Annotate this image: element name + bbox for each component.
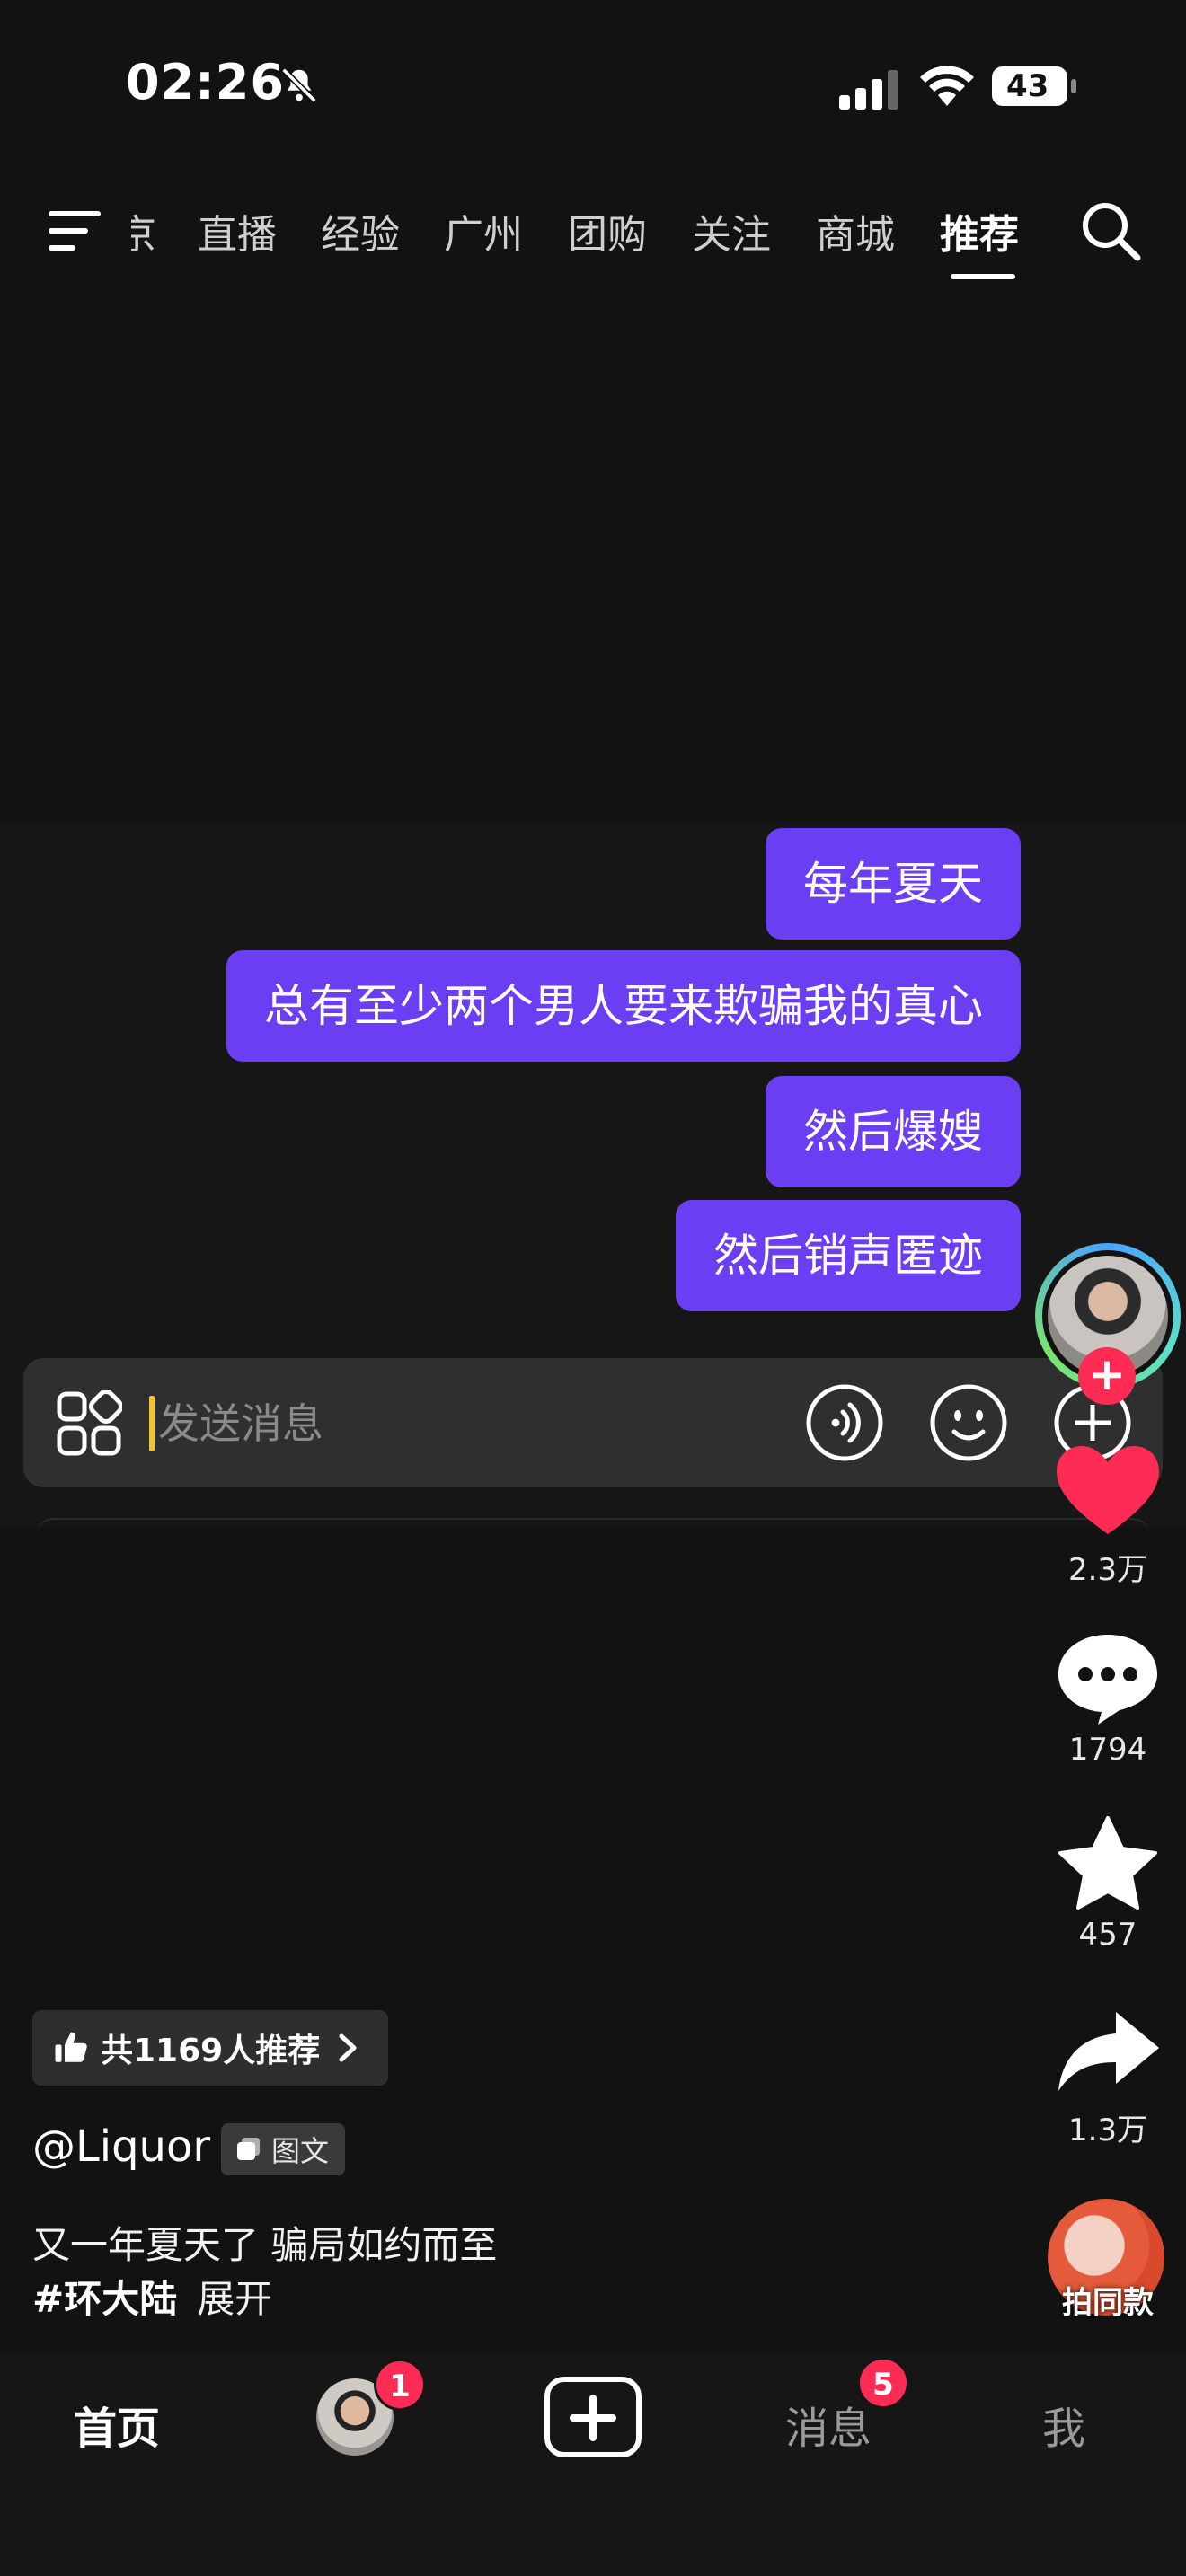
signal-icon bbox=[839, 70, 898, 110]
nav-home[interactable]: 首页 bbox=[74, 2393, 160, 2456]
recommend-pill[interactable]: 共1169人推荐 bbox=[32, 2010, 389, 2086]
plus-icon bbox=[570, 2395, 616, 2441]
star-icon[interactable] bbox=[1051, 1814, 1164, 1913]
hashtag-line: #环大陆 展开 bbox=[32, 2269, 272, 2324]
sheet-edge bbox=[36, 1518, 1150, 1536]
recommend-text: 共1169人推荐 bbox=[101, 2033, 321, 2069]
tab-mall[interactable]: 商城 bbox=[816, 202, 895, 260]
tab-partial[interactable]: 京 bbox=[131, 202, 156, 260]
status-bar: 02:26 43 bbox=[0, 0, 1186, 171]
share-count: 1.3万 bbox=[1067, 2113, 1148, 2148]
like-count: 2.3万 bbox=[1067, 1552, 1148, 1588]
chevron-right-icon bbox=[339, 2033, 357, 2062]
message-bar bbox=[23, 1358, 1163, 1487]
image-text-icon bbox=[237, 2138, 260, 2160]
expand-link[interactable]: 展开 bbox=[197, 2277, 272, 2321]
tab-live[interactable]: 直播 bbox=[198, 202, 277, 260]
voice-icon[interactable] bbox=[805, 1383, 884, 1462]
top-tab-bar: 京 直播 经验 广州 团购 关注 商城 推荐 bbox=[0, 184, 1186, 283]
chat-bubble: 然后销声匿迹 bbox=[676, 1200, 1021, 1311]
post-caption: 又一年夏天了 骗局如约而至 bbox=[32, 2223, 498, 2267]
tab-group-buy[interactable]: 团购 bbox=[568, 202, 647, 260]
friends-badge: 1 bbox=[374, 2359, 426, 2411]
tab-experience[interactable]: 经验 bbox=[321, 202, 400, 260]
battery-indicator: 43 bbox=[990, 65, 1080, 108]
chat-bubble: 每年夏天 bbox=[766, 828, 1021, 940]
chat-bubble: 总有至少两个男人要来欺骗我的真心 bbox=[226, 950, 1021, 1062]
hashtag-link[interactable]: #环大陆 bbox=[32, 2277, 177, 2321]
comment-count: 1794 bbox=[1068, 1732, 1147, 1768]
emoji-icon[interactable] bbox=[929, 1383, 1008, 1462]
heart-icon[interactable] bbox=[1051, 1441, 1164, 1539]
menu-icon[interactable] bbox=[45, 206, 104, 256]
status-time: 02:26 bbox=[126, 54, 285, 110]
battery-level: 43 bbox=[1006, 68, 1049, 104]
tab-guangzhou[interactable]: 广州 bbox=[444, 202, 523, 260]
active-tab-indicator bbox=[951, 274, 1015, 279]
text-caret bbox=[149, 1396, 155, 1451]
tab-following[interactable]: 关注 bbox=[692, 202, 771, 260]
same-style-label[interactable]: 拍同款 bbox=[1033, 2278, 1182, 2322]
share-icon[interactable] bbox=[1051, 2001, 1164, 2100]
follow-plus-button[interactable]: + bbox=[1078, 1347, 1136, 1405]
post-type-label: 图文 bbox=[271, 2134, 330, 2168]
nav-messages[interactable]: 消息 bbox=[785, 2393, 872, 2456]
bottom-nav: 首页 1 消息 5 我 bbox=[0, 2351, 1186, 2576]
wifi-icon bbox=[920, 66, 974, 106]
messages-badge: 5 bbox=[857, 2357, 909, 2409]
author-name[interactable]: @Liquor bbox=[32, 2122, 210, 2172]
chat-bubble: 然后爆嫂 bbox=[766, 1076, 1021, 1187]
create-button[interactable] bbox=[544, 2377, 642, 2457]
bell-muted-icon bbox=[281, 67, 317, 103]
message-input[interactable] bbox=[158, 1392, 661, 1455]
comment-icon[interactable] bbox=[1051, 1628, 1164, 1726]
favorite-count: 457 bbox=[1078, 1917, 1137, 1953]
post-type-badge: 图文 bbox=[221, 2123, 346, 2175]
nav-me[interactable]: 我 bbox=[1042, 2393, 1085, 2456]
thumbs-up-icon bbox=[55, 2032, 87, 2062]
apps-grid-icon[interactable] bbox=[56, 1390, 122, 1457]
tab-recommended[interactable]: 推荐 bbox=[940, 202, 1019, 260]
search-icon[interactable] bbox=[1078, 198, 1143, 263]
